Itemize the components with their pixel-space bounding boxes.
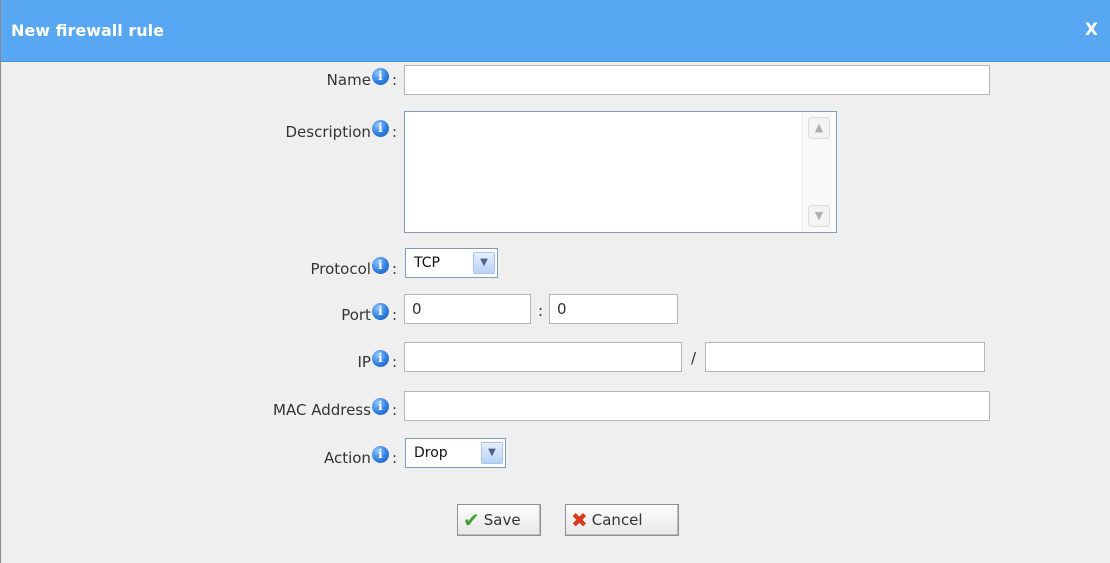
port-label: Port	[341, 306, 371, 324]
info-icon[interactable]: i	[371, 67, 389, 85]
close-button[interactable]: X	[1085, 20, 1098, 40]
dialog-title: New firewall rule	[11, 21, 164, 40]
x-icon: ✖	[571, 508, 588, 532]
action-label-row: Action i :	[1, 445, 399, 470]
description-label-row: Description i :	[1, 119, 399, 144]
port-end-input[interactable]: 0	[549, 294, 678, 324]
protocol-label: Protocol	[310, 260, 371, 278]
mac-label-row: MAC Address i :	[1, 397, 399, 422]
name-label-row: Name i :	[1, 67, 399, 92]
ip-mask-input[interactable]	[705, 342, 985, 372]
colon: :	[391, 71, 397, 89]
check-icon: ✔	[463, 508, 480, 532]
dialog-titlebar: New firewall rule X	[1, 0, 1110, 62]
firewall-rule-dialog: New firewall rule X Name i : Description…	[0, 0, 1110, 563]
info-icon[interactable]: i	[371, 256, 389, 274]
port-start-input[interactable]: 0	[404, 294, 531, 324]
cancel-button[interactable]: ✖ Cancel	[565, 504, 679, 536]
port-label-row: Port i :	[1, 302, 399, 327]
protocol-select[interactable]: TCP ▼	[405, 248, 498, 278]
colon: :	[391, 306, 397, 324]
colon: :	[391, 401, 397, 419]
info-icon[interactable]: i	[371, 445, 389, 463]
ip-label: IP	[357, 353, 371, 371]
mac-address-input[interactable]	[404, 391, 990, 421]
name-label: Name	[326, 71, 371, 89]
chevron-down-icon[interactable]: ▼	[481, 442, 503, 464]
name-input[interactable]	[404, 65, 990, 95]
colon: :	[391, 260, 397, 278]
colon: :	[391, 353, 397, 371]
info-icon[interactable]: i	[371, 302, 389, 320]
info-icon[interactable]: i	[371, 119, 389, 137]
colon: :	[391, 123, 397, 141]
action-selected-value: Drop	[414, 445, 448, 461]
textarea-scrollbar[interactable]: ▲ ▼	[802, 112, 836, 232]
description-label: Description	[285, 123, 371, 141]
colon: :	[391, 449, 397, 467]
scroll-down-icon[interactable]: ▼	[808, 205, 830, 227]
description-textarea[interactable]: ▲ ▼	[404, 111, 837, 233]
protocol-label-row: Protocol i :	[1, 256, 399, 281]
mac-label: MAC Address	[273, 401, 371, 419]
action-label: Action	[323, 449, 371, 467]
action-select[interactable]: Drop ▼	[405, 438, 506, 468]
save-button[interactable]: ✔ Save	[457, 504, 541, 536]
cancel-button-label: Cancel	[591, 511, 643, 529]
ip-separator: /	[691, 349, 697, 367]
protocol-selected-value: TCP	[414, 255, 440, 271]
port-separator: :	[538, 302, 544, 320]
ip-address-input[interactable]	[404, 342, 682, 372]
chevron-down-icon[interactable]: ▼	[473, 252, 495, 274]
info-icon[interactable]: i	[371, 397, 389, 415]
info-icon[interactable]: i	[371, 349, 389, 367]
save-button-label: Save	[483, 511, 521, 529]
ip-label-row: IP i :	[1, 349, 399, 374]
scroll-up-icon[interactable]: ▲	[808, 117, 830, 139]
